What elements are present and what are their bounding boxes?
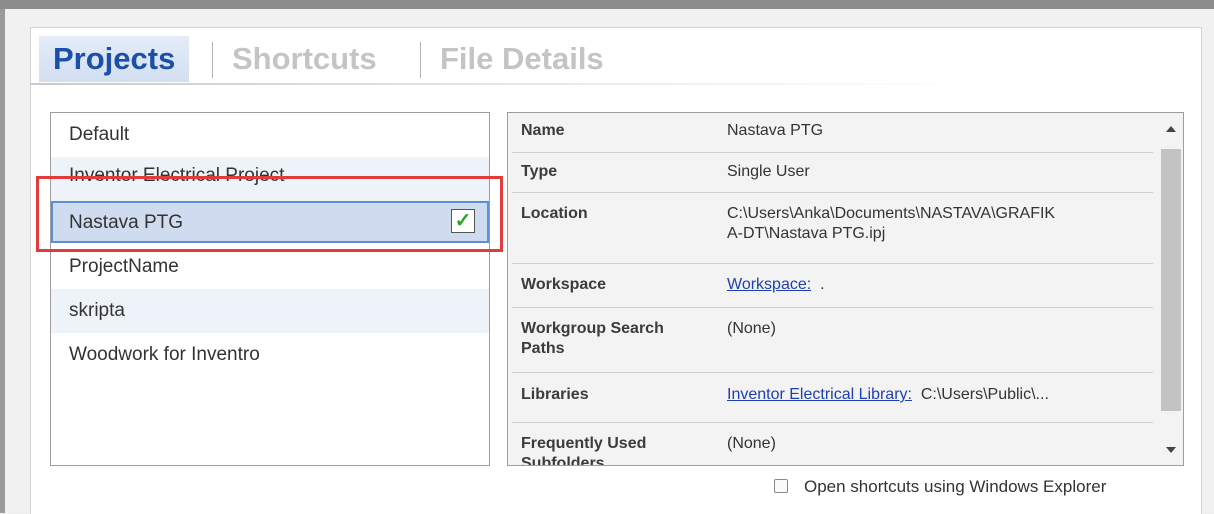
property-value: Inventor Electrical Library: C:\Users\Pu… xyxy=(727,385,1147,405)
property-row-location: Location C:\Users\Anka\Documents\NASTAVA… xyxy=(512,193,1153,264)
location-line-1: C:\Users\Anka\Documents\NASTAVA\GRAFIK xyxy=(727,205,1056,222)
property-key: Frequently Used Subfolders xyxy=(521,434,647,466)
workspace-value: . xyxy=(820,276,825,293)
tab-file-details[interactable]: File Details xyxy=(426,36,618,82)
location-line-2: A-DT\Nastava PTG.ipj xyxy=(727,225,886,242)
scrollbar-thumb[interactable] xyxy=(1161,149,1181,411)
property-value: (None) xyxy=(727,435,776,452)
property-row-workgroup-search-paths: Workgroup Search Paths (None) xyxy=(512,308,1153,373)
property-value: Workspace: . xyxy=(727,275,1147,295)
tab-projects[interactable]: Projects xyxy=(39,36,190,82)
key-line-2: Paths xyxy=(521,340,565,357)
property-key: Workspace xyxy=(521,276,607,293)
project-item-woodwork[interactable]: Woodwork for Inventro xyxy=(51,333,489,377)
property-row-workspace: Workspace Workspace: . xyxy=(512,264,1153,308)
project-item-label: Default xyxy=(69,124,130,145)
project-item-label: skripta xyxy=(69,300,125,321)
property-row-name: Name Nastava PTG xyxy=(512,113,1153,153)
property-key: Name xyxy=(521,122,565,139)
properties-scrollbar[interactable] xyxy=(1157,113,1183,465)
project-item-label: Woodwork for Inventro xyxy=(69,344,260,365)
property-key: Libraries xyxy=(521,386,589,403)
window-top-border xyxy=(0,0,1214,9)
tab-shortcuts[interactable]: Shortcuts xyxy=(218,36,391,82)
scroll-down-arrow-icon[interactable] xyxy=(1166,447,1176,453)
scroll-up-arrow-icon[interactable] xyxy=(1166,126,1176,132)
project-properties-panel[interactable]: Name Nastava PTG Type Single User Locati… xyxy=(507,112,1184,466)
project-item-skripta[interactable]: skripta xyxy=(51,289,489,333)
tab-separator xyxy=(420,42,421,78)
property-value: Single User xyxy=(727,163,810,180)
project-item-default[interactable]: Default xyxy=(51,113,489,157)
property-value: Nastava PTG xyxy=(727,122,824,139)
highlight-annotation-box xyxy=(36,176,503,252)
property-key: Location xyxy=(521,205,588,222)
property-key: Workgroup Search Paths xyxy=(521,319,664,359)
key-line-1: Workgroup Search xyxy=(521,320,664,337)
property-value: C:\Users\Anka\Documents\NASTAVA\GRAFIK A… xyxy=(727,204,1147,244)
key-line-1: Frequently Used xyxy=(521,435,647,452)
property-key: Type xyxy=(521,163,558,180)
project-list[interactable]: Default Inventor Electrical Project Nast… xyxy=(50,112,490,466)
property-row-type: Type Single User xyxy=(512,153,1153,193)
project-item-label: ProjectName xyxy=(69,256,179,277)
open-shortcuts-checkbox[interactable] xyxy=(774,479,788,493)
tab-underline xyxy=(30,83,1200,85)
property-row-frequently-used-subfolders: Frequently Used Subfolders (None) xyxy=(512,423,1153,466)
property-row-libraries: Libraries Inventor Electrical Library: C… xyxy=(512,373,1153,423)
open-shortcuts-label: Open shortcuts using Windows Explorer xyxy=(804,477,1107,496)
library-path: C:\Users\Public\... xyxy=(920,386,1049,403)
property-value: (None) xyxy=(727,320,776,337)
workspace-link[interactable]: Workspace: xyxy=(727,276,811,293)
library-link[interactable]: Inventor Electrical Library: xyxy=(727,386,912,403)
tab-separator xyxy=(212,42,213,78)
key-line-2: Subfolders xyxy=(521,455,605,466)
